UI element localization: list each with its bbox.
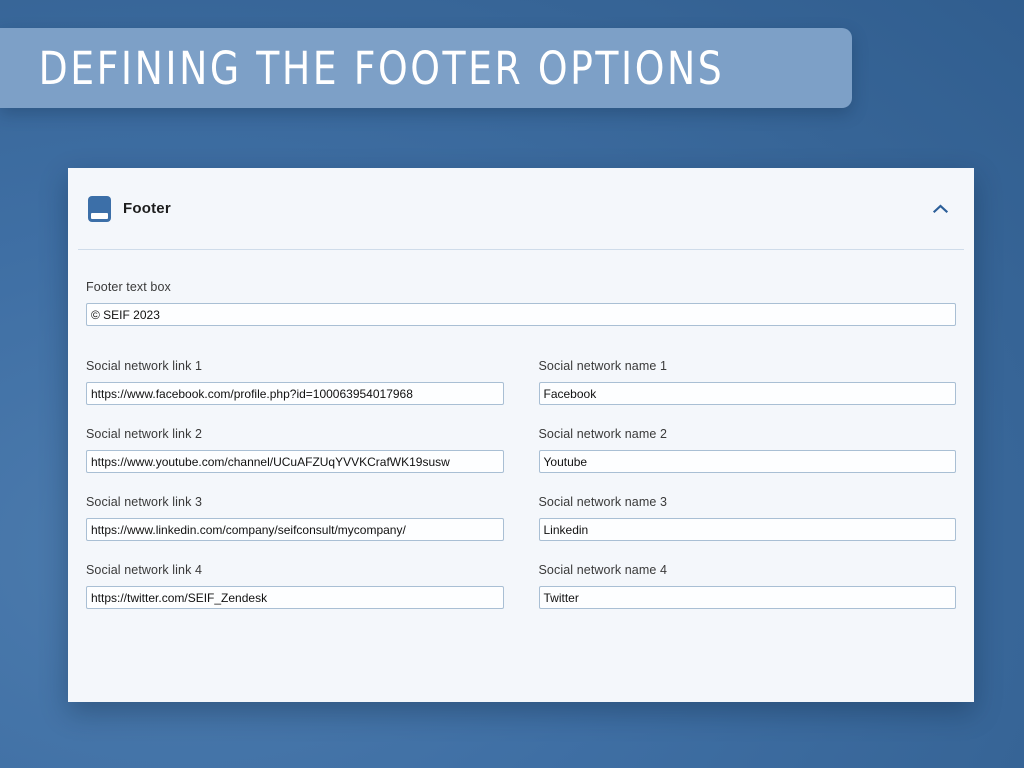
footer-settings-card: Footer Footer text box © SEIF 2023 Socia… <box>68 168 974 702</box>
social-link-field-4: Social network link 4 https://twitter.co… <box>86 563 504 609</box>
social-name-input-1[interactable]: Facebook <box>538 382 956 405</box>
social-link-label-1: Social network link 1 <box>86 359 203 373</box>
social-name-input-3[interactable]: Linkedin <box>538 518 956 541</box>
footer-text-field: Footer text box © SEIF 2023 <box>78 280 964 326</box>
card-header-left: Footer <box>88 195 171 222</box>
page-title: DEFINING THE FOOTER OPTIONS <box>38 41 725 95</box>
social-name-field-2: Social network name 2 Youtube <box>538 427 956 473</box>
page-title-banner: DEFINING THE FOOTER OPTIONS <box>0 28 852 108</box>
social-name-label-3: Social network name 3 <box>538 495 668 509</box>
social-name-input-4[interactable]: Twitter <box>538 586 956 609</box>
social-link-label-2: Social network link 2 <box>86 427 203 441</box>
footer-text-label: Footer text box <box>86 280 171 294</box>
social-link-label-3: Social network link 3 <box>86 495 203 509</box>
social-name-field-3: Social network name 3 Linkedin <box>538 495 956 541</box>
social-link-field-1: Social network link 1 https://www.facebo… <box>86 359 504 405</box>
social-name-label-4: Social network name 4 <box>538 563 668 577</box>
social-name-label-2: Social network name 2 <box>538 427 668 441</box>
social-name-input-2[interactable]: Youtube <box>538 450 956 473</box>
social-name-field-1: Social network name 1 Facebook <box>538 359 956 405</box>
social-link-input-3[interactable]: https://www.linkedin.com/company/seifcon… <box>86 518 504 541</box>
footer-layout-icon <box>88 195 111 222</box>
social-link-field-2: Social network link 2 https://www.youtub… <box>86 427 504 473</box>
social-name-field-4: Social network name 4 Twitter <box>538 563 956 609</box>
chevron-up-icon[interactable] <box>932 201 948 217</box>
social-link-input-2[interactable]: https://www.youtube.com/channel/UCuAFZUq… <box>86 450 504 473</box>
card-body: Footer text box © SEIF 2023 Social netwo… <box>68 250 974 609</box>
social-link-label-4: Social network link 4 <box>86 563 203 577</box>
social-fields-grid: Social network link 1 https://www.facebo… <box>78 359 964 609</box>
social-link-input-4[interactable]: https://twitter.com/SEIF_Zendesk <box>86 586 504 609</box>
social-name-label-1: Social network name 1 <box>538 359 668 373</box>
card-header: Footer <box>68 168 974 249</box>
card-title: Footer <box>123 200 171 217</box>
footer-text-input[interactable]: © SEIF 2023 <box>86 303 956 326</box>
social-link-input-1[interactable]: https://www.facebook.com/profile.php?id=… <box>86 382 504 405</box>
social-link-field-3: Social network link 3 https://www.linked… <box>86 495 504 541</box>
